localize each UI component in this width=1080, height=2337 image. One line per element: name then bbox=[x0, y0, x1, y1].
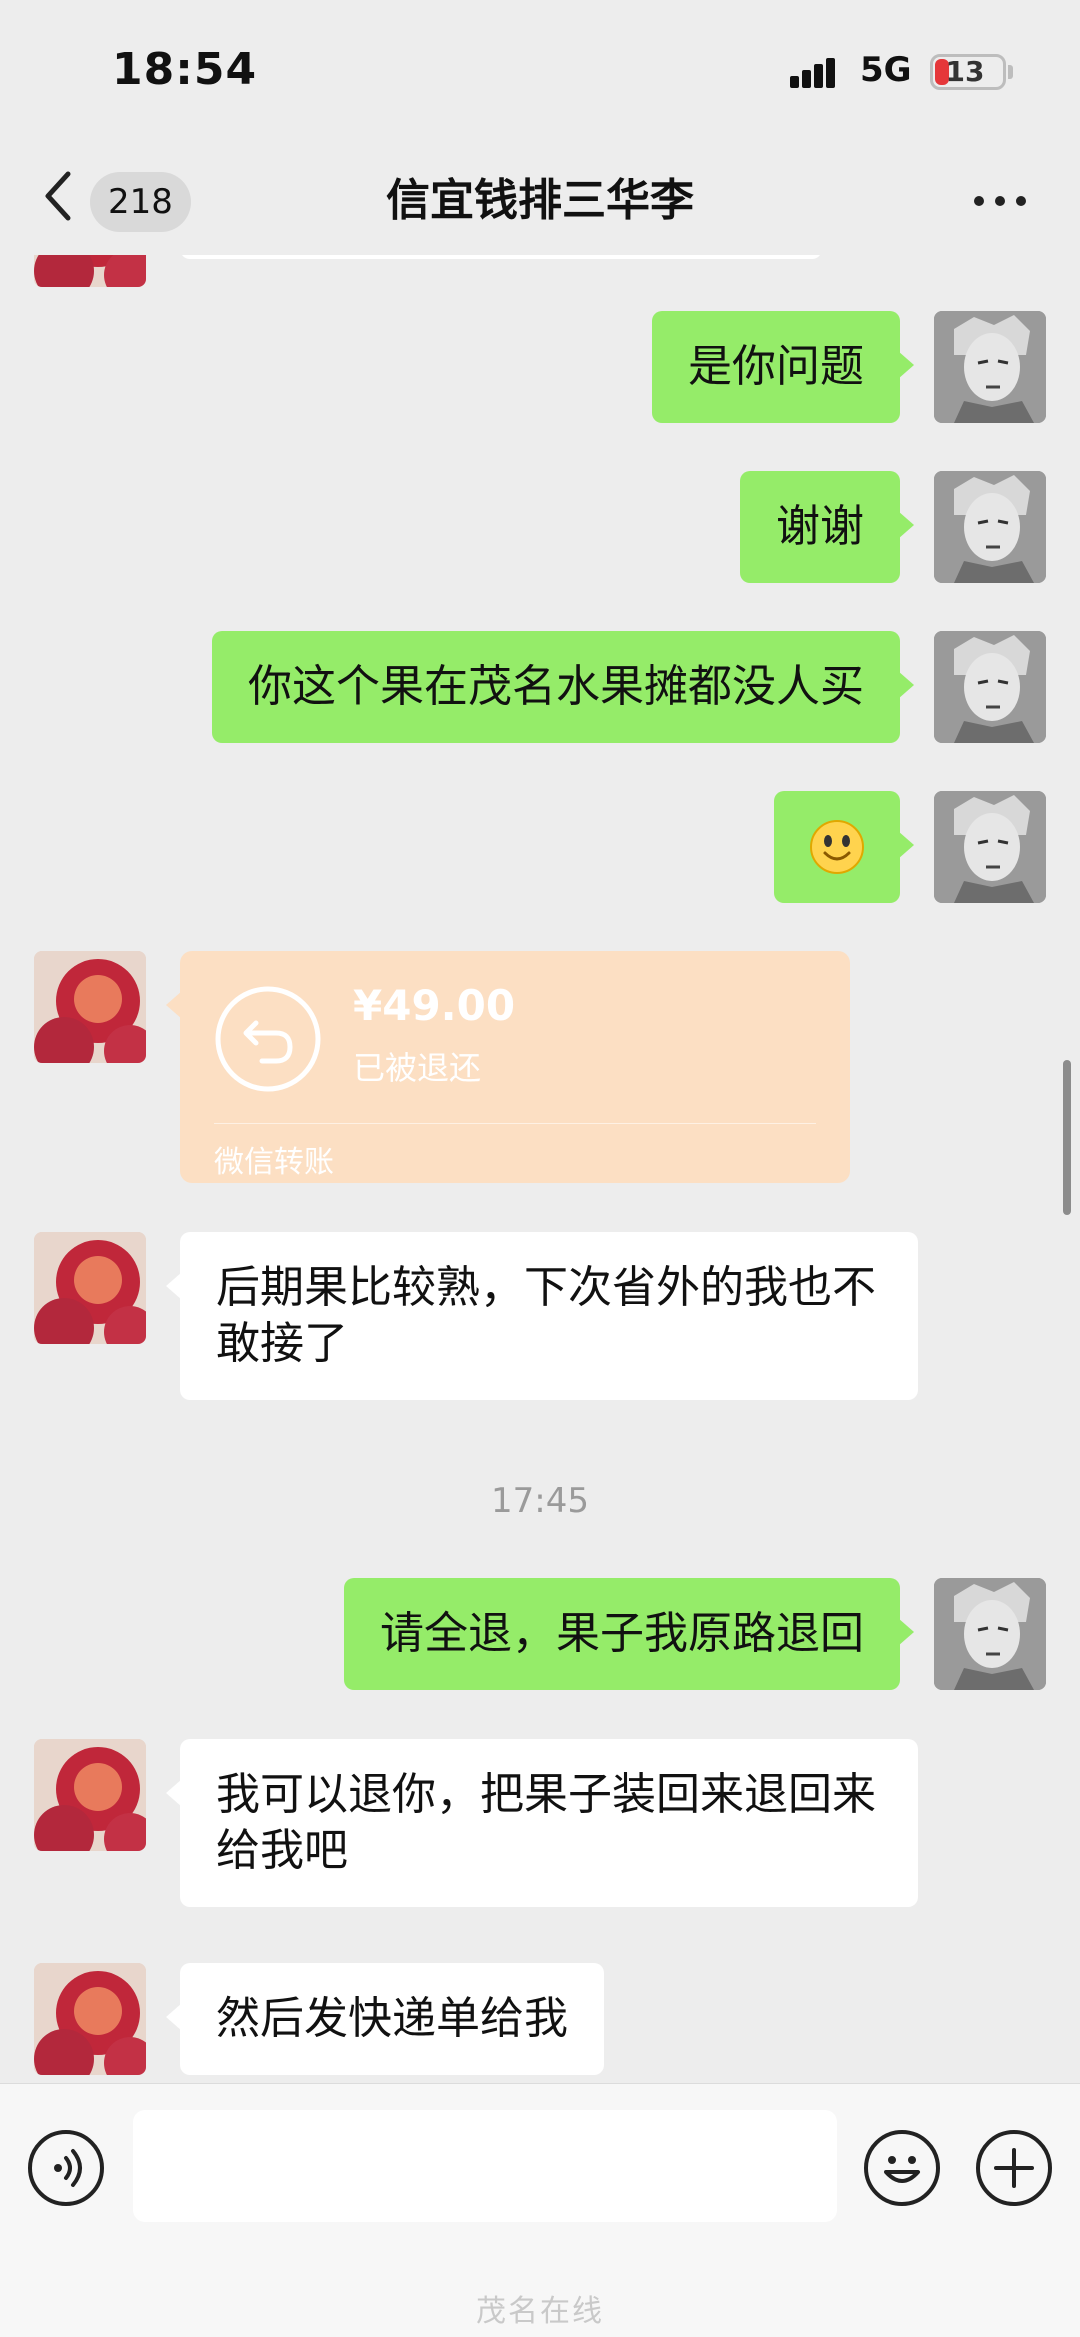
transfer-divider bbox=[214, 1123, 816, 1124]
emoji-icon[interactable] bbox=[864, 2130, 940, 2206]
battery-icon: 13 bbox=[930, 54, 1006, 90]
return-arrow-icon bbox=[215, 986, 321, 1092]
message-bubble[interactable]: 我可以退你，把果子装回来退回来给我吧 bbox=[166, 1739, 918, 1907]
scrollbar[interactable] bbox=[1063, 1060, 1071, 1215]
contact-avatar[interactable] bbox=[34, 951, 146, 1063]
network-label: 5G bbox=[860, 50, 912, 90]
message-bubble-partial[interactable] bbox=[180, 255, 822, 259]
contact-avatar[interactable] bbox=[34, 1963, 146, 2075]
chat-title: 信宜钱排三华李 bbox=[386, 175, 694, 226]
chat-header: 218 信宜钱排三华李 bbox=[0, 140, 1080, 255]
message-bubble[interactable]: 你这个果在茂名水果摊都没人买 bbox=[212, 631, 914, 743]
smile-emoji-icon bbox=[810, 820, 864, 874]
my-avatar[interactable] bbox=[934, 471, 1046, 583]
input-bar: 茂名在线 bbox=[0, 2083, 1080, 2337]
signal-icon bbox=[790, 56, 844, 88]
my-avatar[interactable] bbox=[934, 1578, 1046, 1690]
timestamp: 17:45 bbox=[491, 1481, 589, 1521]
contact-avatar[interactable] bbox=[34, 255, 146, 287]
message-bubble[interactable]: 谢谢 bbox=[740, 471, 914, 583]
unread-count-badge[interactable]: 218 bbox=[90, 172, 191, 232]
transfer-card[interactable]: ¥49.00 已被退还 微信转账 bbox=[166, 951, 850, 1183]
my-avatar[interactable] bbox=[934, 791, 1046, 903]
voice-icon[interactable] bbox=[28, 2130, 104, 2206]
message-bubble[interactable]: 后期果比较熟，下次省外的我也不敢接了 bbox=[166, 1232, 918, 1400]
battery-tip bbox=[1008, 65, 1013, 79]
transfer-amount: ¥49.00 bbox=[353, 981, 516, 1030]
more-dots-icon[interactable] bbox=[970, 188, 1030, 212]
emoji-message-bubble[interactable] bbox=[774, 791, 914, 903]
message-list[interactable]: 是你问题 谢谢 你这个果在茂名水果摊都没人买 ¥49.00 已被退还 微信转账 … bbox=[0, 255, 1080, 2083]
my-avatar[interactable] bbox=[934, 311, 1046, 423]
status-bar: 18:54 5G 13 bbox=[0, 0, 1080, 140]
contact-avatar[interactable] bbox=[34, 1232, 146, 1344]
chevron-left-icon[interactable] bbox=[38, 166, 78, 226]
message-input[interactable] bbox=[133, 2110, 837, 2222]
message-bubble[interactable]: 然后发快递单给我 bbox=[166, 1963, 604, 2075]
battery-level: 13 bbox=[945, 55, 985, 88]
plus-icon[interactable] bbox=[976, 2130, 1052, 2206]
message-bubble[interactable]: 请全退，果子我原路退回 bbox=[344, 1578, 914, 1690]
status-time: 18:54 bbox=[112, 44, 258, 95]
transfer-label: 微信转账 bbox=[214, 1145, 334, 1180]
contact-avatar[interactable] bbox=[34, 1739, 146, 1851]
my-avatar[interactable] bbox=[934, 631, 1046, 743]
message-bubble[interactable]: 是你问题 bbox=[652, 311, 914, 423]
transfer-status: 已被退还 bbox=[353, 1049, 482, 1087]
watermark: 茂名在线 bbox=[476, 2294, 604, 2329]
